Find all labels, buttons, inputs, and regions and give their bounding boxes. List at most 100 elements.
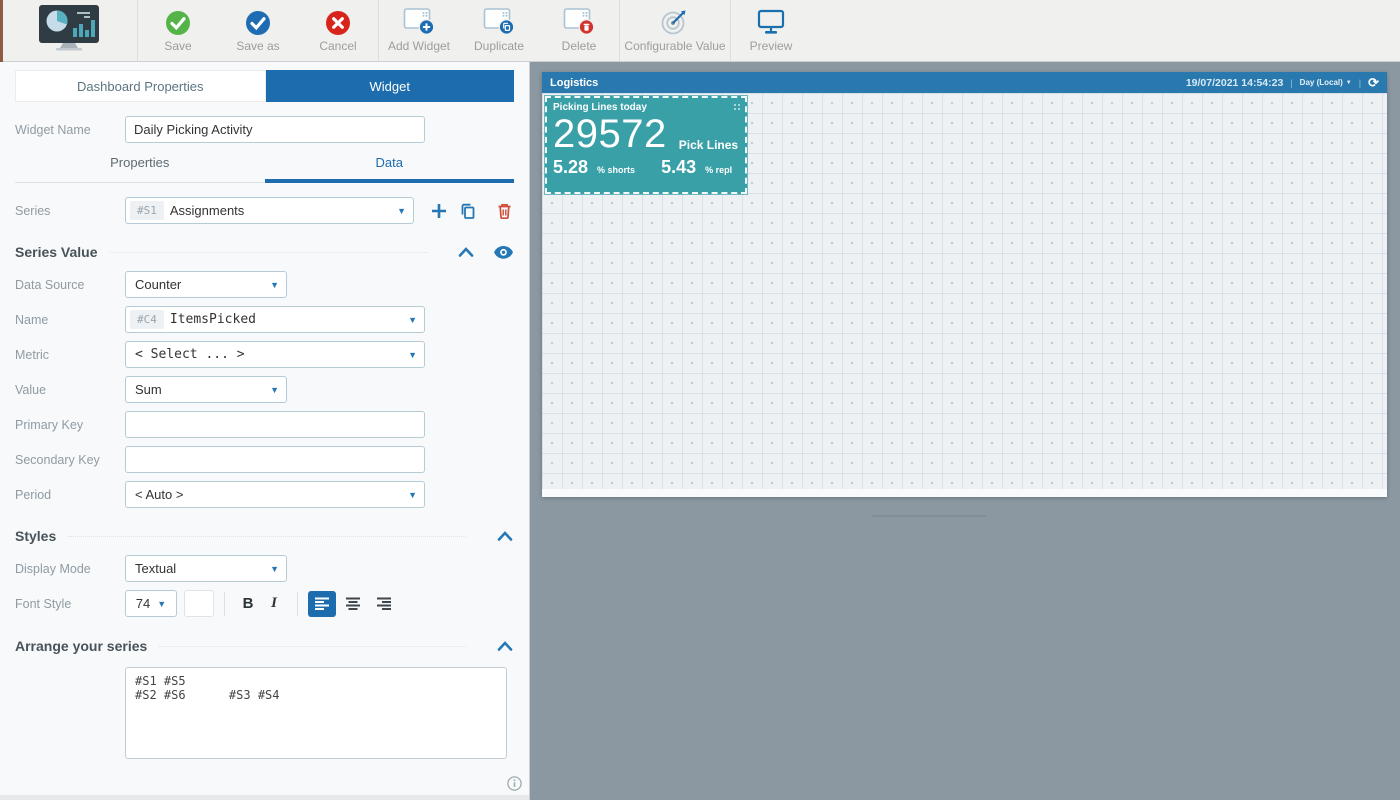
display-mode-label: Display Mode <box>15 562 125 576</box>
font-style-label: Font Style <box>15 597 125 611</box>
stat-value: 5.28 <box>553 157 588 178</box>
cancel-x-icon <box>325 8 351 36</box>
duplicate-window-copy-icon <box>483 8 516 36</box>
app-logo <box>0 0 137 61</box>
dashboard-scrollbar-track[interactable] <box>542 489 1387 497</box>
widget-editor-panel: Dashboard Properties Widget Widget Name … <box>0 62 530 800</box>
save-check-icon <box>165 8 191 36</box>
display-mode-select[interactable]: Textual ▼ <box>125 555 287 582</box>
visibility-toggle-button[interactable] <box>493 245 514 260</box>
display-mode-select-value: Textual <box>135 561 176 576</box>
series-select-value: Assignments <box>170 203 244 218</box>
subtab-data[interactable]: Data <box>265 155 515 183</box>
data-source-select[interactable]: Counter ▼ <box>125 271 287 298</box>
primary-key-row: Primary Key <box>0 411 529 438</box>
dashboard-title: Logistics <box>550 77 598 89</box>
value-select[interactable]: Sum ▼ <box>125 376 287 403</box>
widget-main-row: 29572 Pick Lines <box>547 114 745 154</box>
data-source-label: Data Source <box>15 278 125 292</box>
cancel-label: Cancel <box>319 39 356 53</box>
arrange-series-textarea[interactable]: #S1 #S5 #S2 #S6 #S3 #S4 <box>125 667 507 759</box>
refresh-icon[interactable]: ⟳ <box>1368 76 1379 89</box>
font-color-swatch[interactable] <box>184 590 214 617</box>
copy-icon <box>458 201 478 221</box>
arrange-title: Arrange your series <box>15 638 147 654</box>
series-value-section-header: Series Value <box>0 242 529 262</box>
delete-series-button[interactable] <box>495 201 514 221</box>
picking-lines-widget[interactable]: Picking Lines today 29572 Pick Lines 5.2… <box>545 96 747 194</box>
add-widget-button[interactable]: Add Widget <box>379 0 459 61</box>
section-rule <box>159 646 466 647</box>
collapse-arrange-button[interactable] <box>496 640 514 652</box>
dashboard-app-logo-icon <box>33 4 105 57</box>
cancel-button[interactable]: Cancel <box>298 0 378 61</box>
widget-name-label: Widget Name <box>15 123 125 137</box>
tab-widget[interactable]: Widget <box>266 70 515 102</box>
drag-grip-icon[interactable] <box>734 104 736 106</box>
configurable-value-label: Configurable Value <box>624 39 725 53</box>
chevron-down-icon: ▼ <box>270 564 279 574</box>
align-right-button[interactable] <box>370 591 398 617</box>
tab-dashboard-properties[interactable]: Dashboard Properties <box>15 70 266 102</box>
trash-icon <box>495 201 514 221</box>
align-left-button[interactable] <box>308 591 336 617</box>
metric-label: Metric <box>15 348 125 362</box>
duplicate-button[interactable]: Duplicate <box>459 0 539 61</box>
period-select[interactable]: < Auto > ▼ <box>125 481 425 508</box>
preview-button[interactable]: Preview <box>731 0 811 61</box>
preview-monitor-icon <box>756 8 786 36</box>
info-icon <box>507 776 522 791</box>
delete-window-trash-icon <box>563 8 596 36</box>
metric-row: Metric < Select ... > ▼ <box>0 341 529 368</box>
name-badge: #C4 <box>130 310 164 329</box>
secondary-key-row: Secondary Key <box>0 446 529 473</box>
dashboard-canvas[interactable]: Picking Lines today 29572 Pick Lines 5.2… <box>542 93 1387 489</box>
plus-icon <box>429 201 449 221</box>
configurable-value-button[interactable]: Configurable Value <box>620 0 730 61</box>
stat-label: % repl <box>705 165 732 175</box>
chevron-down-icon: ▼ <box>408 315 417 325</box>
data-source-row: Data Source Counter ▼ <box>0 271 529 298</box>
configurable-value-target-icon <box>660 8 690 36</box>
secondary-key-input[interactable] <box>125 446 425 473</box>
add-widget-window-plus-icon <box>403 8 436 36</box>
collapse-series-value-button[interactable] <box>457 246 475 258</box>
duplicate-label: Duplicate <box>474 39 524 53</box>
arrange-section-header: Arrange your series <box>0 636 529 656</box>
add-series-button[interactable] <box>429 201 449 221</box>
period-selector-value: Day (Local) <box>1300 78 1343 87</box>
panel-info-button[interactable] <box>507 776 522 791</box>
copy-series-button[interactable] <box>458 201 478 221</box>
preview-label: Preview <box>750 39 793 53</box>
delete-button[interactable]: Delete <box>539 0 619 61</box>
tab-widget-label: Widget <box>370 79 410 94</box>
toolbar-divider <box>224 592 225 616</box>
chevron-down-icon: ▼ <box>397 206 406 216</box>
chevron-down-icon: ▼ <box>270 280 279 290</box>
stat-value: 5.43 <box>661 157 696 178</box>
font-size-select[interactable]: 74 ▼ <box>125 590 177 617</box>
italic-button[interactable]: I <box>261 591 287 617</box>
align-center-icon <box>345 597 361 611</box>
collapse-styles-button[interactable] <box>496 530 514 542</box>
series-select[interactable]: #S1 Assignments ▼ <box>125 197 414 224</box>
metric-select-value: < Select ... > <box>135 347 245 362</box>
subtab-properties[interactable]: Properties <box>15 155 265 183</box>
chevron-up-icon <box>496 640 514 652</box>
metric-select[interactable]: < Select ... > ▼ <box>125 341 425 368</box>
panel-tabs: Dashboard Properties Widget <box>15 70 514 102</box>
period-selector[interactable]: Day (Local) ▼ <box>1300 78 1352 87</box>
period-row: Period < Auto > ▼ <box>0 481 529 508</box>
primary-key-input[interactable] <box>125 411 425 438</box>
widget-name-input[interactable] <box>125 116 425 143</box>
name-select[interactable]: #C4 ItemsPicked ▼ <box>125 306 425 333</box>
header-divider: | <box>1290 78 1292 88</box>
save-as-button[interactable]: Save as <box>218 0 298 61</box>
font-style-row: Font Style 74 ▼ B I <box>0 590 529 617</box>
bold-button[interactable]: B <box>235 591 261 617</box>
align-center-button[interactable] <box>339 591 367 617</box>
font-size-value: 74 <box>136 596 150 611</box>
header-divider: | <box>1359 78 1361 88</box>
save-button[interactable]: Save <box>138 0 218 61</box>
main-toolbar: Save Save as Cancel <box>0 0 1400 62</box>
